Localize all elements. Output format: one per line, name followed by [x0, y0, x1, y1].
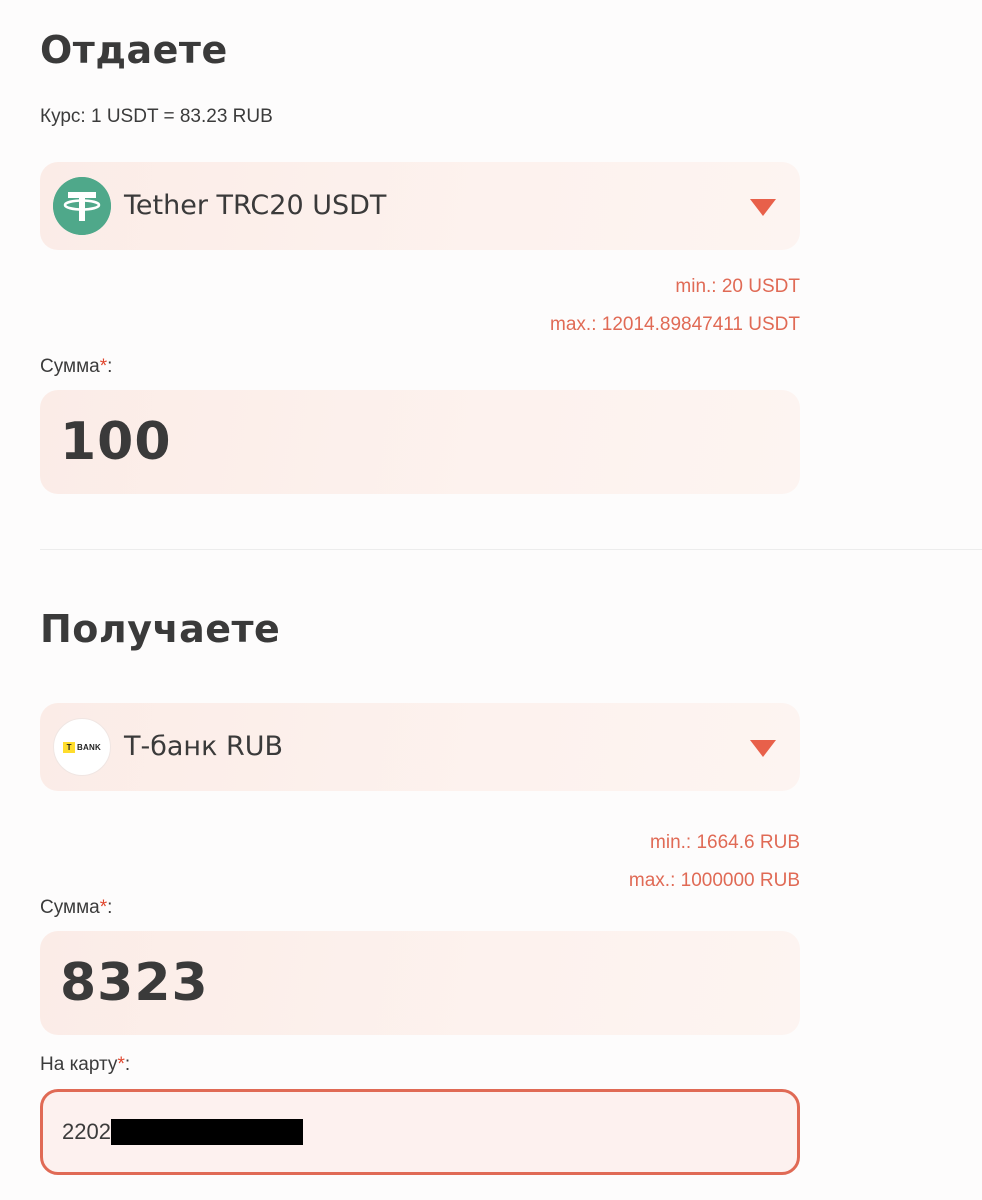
receive-amount-input[interactable]: 8323: [40, 931, 800, 1035]
card-number-input[interactable]: 2202: [40, 1089, 800, 1175]
give-amount-value: 100: [60, 412, 172, 472]
give-amount-input[interactable]: 100: [40, 390, 800, 494]
tether-logo-icon: [53, 177, 111, 235]
card-number-label: На карту*:: [40, 1054, 131, 1075]
receive-currency-select[interactable]: T BANK Т-банк RUB: [40, 703, 800, 791]
receive-max-limit: max.: 1000000 RUB: [628, 870, 800, 891]
give-amount-label: Сумма*:: [40, 356, 113, 377]
give-currency-label: Tether TRC20 USDT: [124, 190, 387, 221]
give-min-limit: min.: 20 USDT: [675, 276, 800, 297]
receive-currency-label: Т-банк RUB: [124, 731, 284, 762]
give-section-title: Отдаете: [40, 28, 228, 72]
section-divider: [40, 549, 982, 550]
tbank-logo-icon: T BANK: [53, 718, 111, 776]
exchange-form: Отдаете Курс: 1 USDT = 83.23 RUB Tether …: [0, 0, 982, 1200]
receive-amount-value: 8323: [60, 953, 209, 1013]
give-max-limit: max.: 12014.89847411 USDT: [550, 314, 800, 335]
give-currency-select[interactable]: Tether TRC20 USDT: [40, 162, 800, 250]
receive-section-title: Получаете: [40, 607, 281, 651]
dropdown-arrow-icon: [750, 740, 776, 757]
exchange-rate: Курс: 1 USDT = 83.23 RUB: [40, 106, 273, 127]
card-number-value: 2202: [62, 1119, 111, 1144]
receive-amount-label: Сумма*:: [40, 897, 113, 918]
receive-min-limit: min.: 1664.6 RUB: [650, 832, 800, 853]
redacted-card-digits: [110, 1119, 303, 1145]
dropdown-arrow-icon: [750, 199, 776, 216]
